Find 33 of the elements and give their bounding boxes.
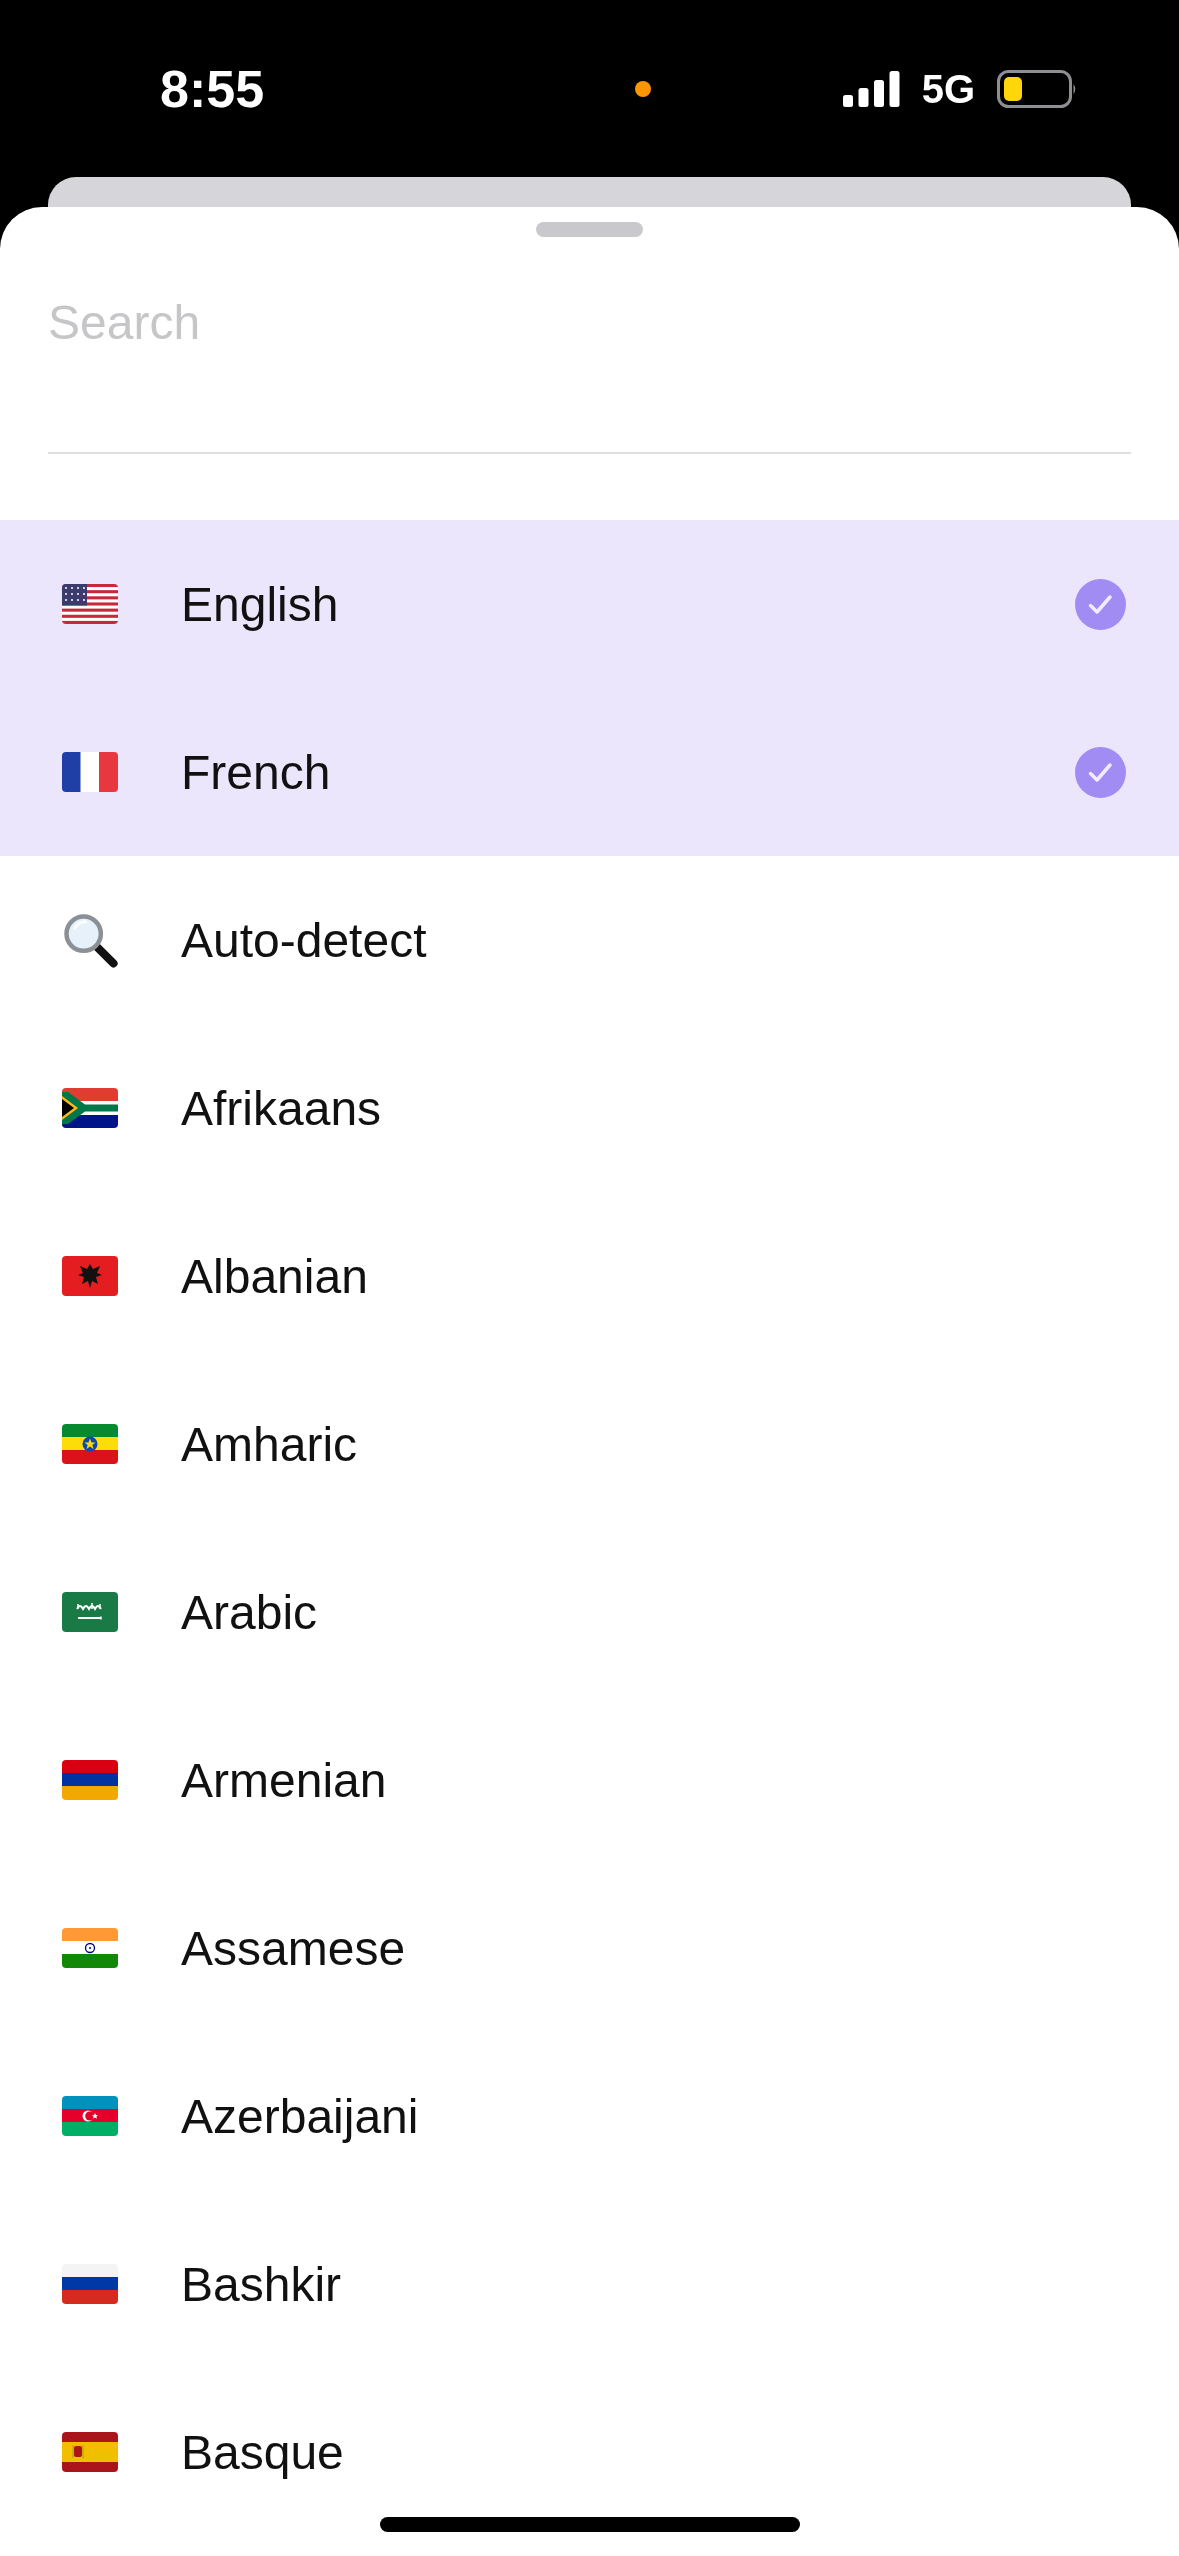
flag-icon [62,752,118,792]
checkmark-icon [1075,746,1126,798]
language-option[interactable]: Azerbaijani [0,2032,1179,2200]
flag-icon [62,1760,118,1800]
language-option[interactable]: Assamese [0,1864,1179,2032]
language-option[interactable]: Arabic [0,1528,1179,1696]
flag-icon [62,1928,118,1968]
flag-icon [62,1088,118,1128]
search-field[interactable]: Search [48,292,1131,352]
flag-icon [62,1256,118,1296]
status-time: 8:55 [160,62,265,115]
flag-icon [62,1592,118,1632]
flag-icon [62,2096,118,2136]
indicator-dot-icon [635,80,652,97]
flag-icon [62,1424,118,1464]
language-option[interactable]: Amharic [0,1360,1179,1528]
language-option[interactable]: Bashkir [0,2200,1179,2368]
language-option[interactable]: Auto-detect [0,856,1179,1024]
signal-icon [842,70,900,107]
flag-icon [62,2264,118,2304]
flag-icon [62,584,118,624]
checkmark-icon [1075,578,1126,630]
language-option[interactable]: Albanian [0,1192,1179,1360]
home-indicator[interactable] [380,2517,800,2532]
language-option[interactable]: Afrikaans [0,1024,1179,1192]
flag-icon [62,2432,118,2472]
battery-icon [997,69,1077,108]
language-option[interactable]: Armenian [0,1696,1179,1864]
language-option[interactable]: French [0,688,1179,856]
language-option[interactable]: English [0,520,1179,688]
language-option[interactable]: Basque [0,2368,1179,2536]
sheet-grabber[interactable] [536,222,643,237]
network-label: 5G [921,68,975,109]
